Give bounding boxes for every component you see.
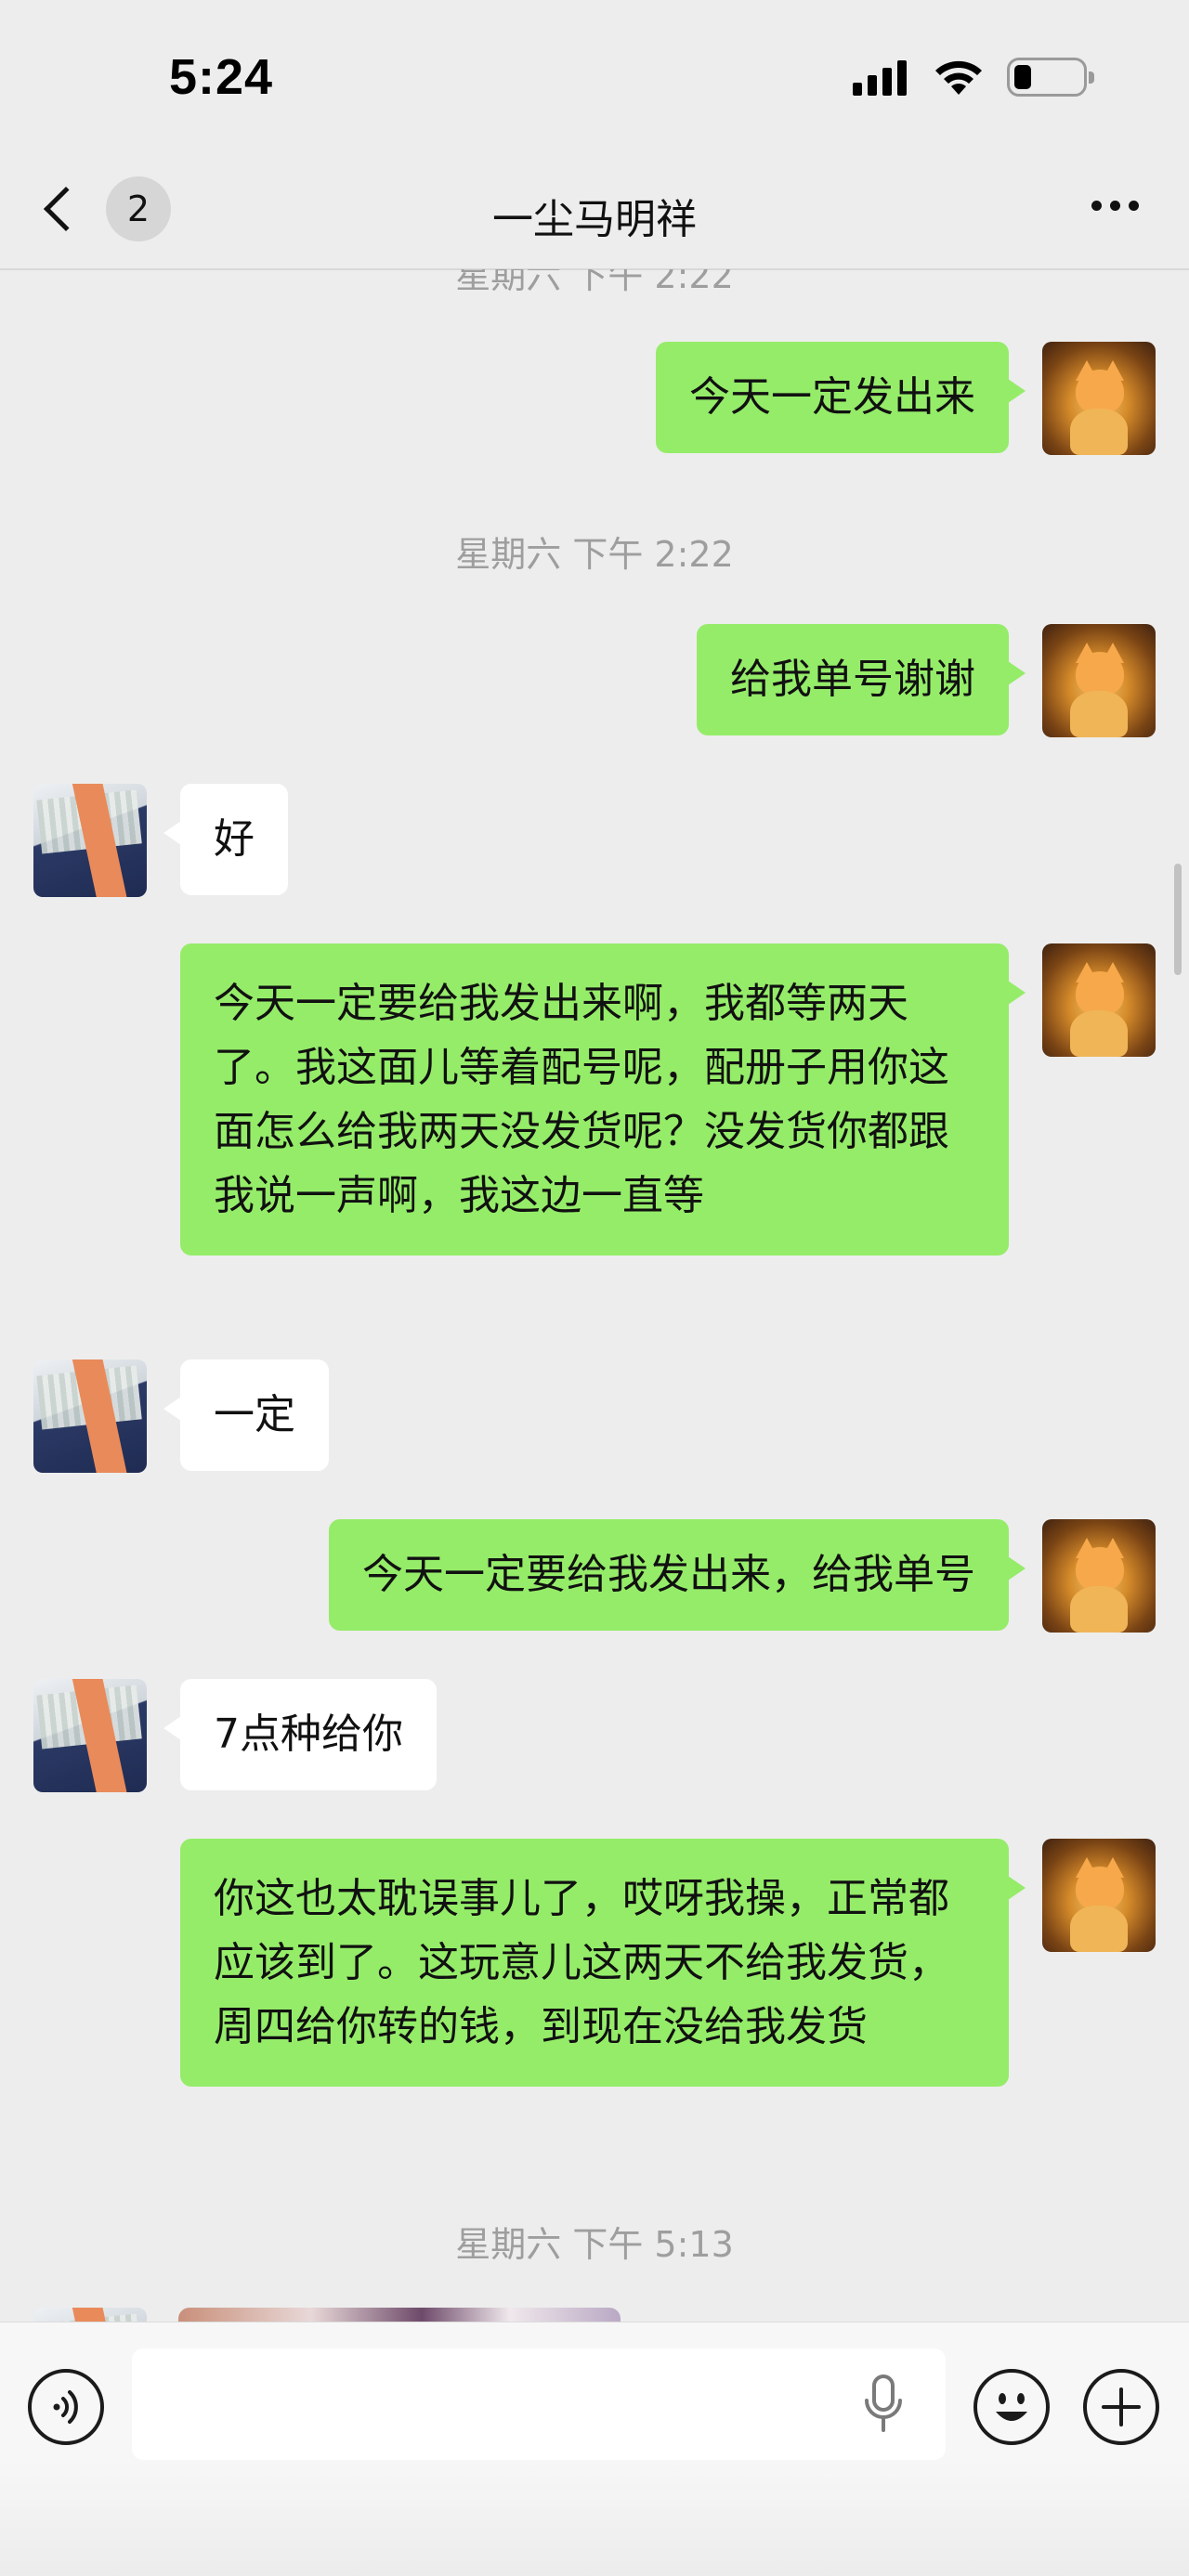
timestamp: 星期六 下午 5:13 (455, 2224, 734, 2265)
status-time: 5:24 (169, 49, 274, 105)
sent-message[interactable]: 今天一定发出来 (656, 342, 1026, 453)
home-indicator-area (0, 2461, 1189, 2576)
chat-message-list[interactable]: 星期六 下午 2:22 今天一定发出来 星期六 下午 2:22 给我单号谢谢 好… (0, 269, 1189, 2322)
emoji-button[interactable] (973, 2369, 1050, 2445)
contact-avatar[interactable] (33, 784, 147, 897)
more-dots-icon (1091, 201, 1102, 211)
more-dot (1129, 201, 1139, 211)
my-avatar[interactable] (1042, 1519, 1156, 1633)
sent-message[interactable]: 你这也太耽误事儿了，哎呀我操，正常都应该到了。这玩意儿这两天不给我发货，周四给你… (180, 1839, 1026, 2087)
sent-message[interactable]: 给我单号谢谢 (697, 624, 1026, 735)
status-icons (853, 58, 1094, 97)
status-bar: 5:24 (0, 0, 1189, 158)
more-options-button[interactable] (1091, 201, 1139, 211)
microphone-icon[interactable] (860, 2374, 907, 2434)
timestamp: 星期六 下午 2:22 (455, 534, 734, 575)
my-avatar[interactable] (1042, 342, 1156, 455)
battery-fill (1014, 65, 1031, 89)
contact-avatar[interactable] (33, 1360, 147, 1473)
wifi-icon (935, 60, 982, 95)
contact-avatar[interactable] (33, 2308, 147, 2322)
image-message[interactable] (178, 2308, 621, 2322)
my-avatar[interactable] (1042, 1839, 1156, 1952)
chat-title: 一尘马明祥 (492, 196, 697, 243)
signal-icon (853, 59, 907, 96)
received-message[interactable]: 7点种给你 (163, 1679, 437, 1790)
plus-icon (1102, 2387, 1141, 2426)
received-message[interactable]: 好 (163, 784, 288, 895)
sent-message[interactable]: 今天一定要给我发出来，给我单号 (329, 1519, 1026, 1631)
timestamp-partial: 星期六 下午 2:22 (455, 269, 734, 296)
scrollbar[interactable] (1174, 864, 1182, 975)
voice-icon (53, 2390, 78, 2424)
chat-header: 2 一尘马明祥 (0, 158, 1189, 270)
my-avatar[interactable] (1042, 943, 1156, 1057)
my-avatar[interactable] (1042, 624, 1156, 737)
battery-icon (1007, 58, 1094, 97)
emoji-icon (996, 2393, 1027, 2421)
received-message[interactable]: 一定 (163, 1360, 329, 1471)
sent-message[interactable]: 今天一定要给我发出来啊，我都等两天了。我这面儿等着配号呢，配册子用你这面怎么给我… (180, 943, 1026, 1255)
contact-avatar[interactable] (33, 1679, 147, 1792)
plus-button[interactable] (1083, 2369, 1159, 2445)
more-dot (1110, 201, 1120, 211)
message-input[interactable] (132, 2348, 946, 2460)
voice-button[interactable] (28, 2369, 104, 2445)
